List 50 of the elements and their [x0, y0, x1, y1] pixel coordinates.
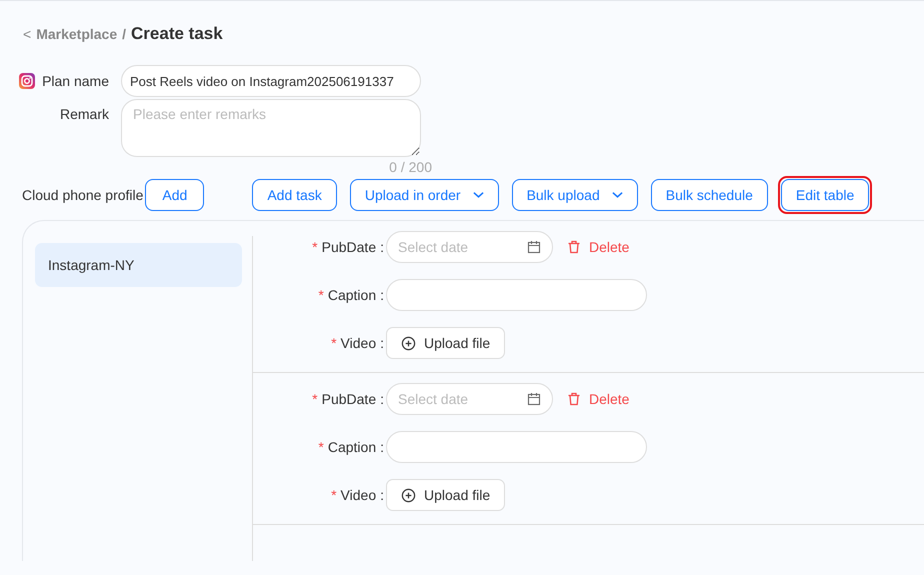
- upload-button[interactable]: Upload file: [386, 327, 506, 359]
- profile-item[interactable]: Instagram-NY: [35, 243, 242, 287]
- page-title: Create task: [131, 24, 223, 44]
- label-colon: :: [380, 487, 384, 503]
- back-link[interactable]: <: [23, 26, 32, 42]
- trash-icon: [567, 392, 581, 406]
- toolbar-button[interactable]: Add task: [252, 179, 337, 211]
- required-mark: *: [331, 335, 337, 351]
- plus-circle-icon: [401, 336, 416, 350]
- breadcrumb-separator: /: [122, 26, 126, 42]
- upload-button[interactable]: Upload file: [386, 479, 506, 511]
- remark-field[interactable]: Please enter remarks: [121, 99, 421, 157]
- required-mark: *: [312, 391, 318, 407]
- camera-logo-icon: [19, 73, 36, 89]
- label-colon: :: [380, 239, 384, 255]
- field-label: Caption: [328, 287, 376, 303]
- toolbar-button[interactable]: Edit table: [780, 179, 870, 211]
- field-label: Cloud phone profile: [22, 187, 144, 203]
- trash-icon: [567, 240, 581, 254]
- label-colon: :: [380, 439, 384, 455]
- required-mark: *: [318, 439, 324, 455]
- breadcrumb-link[interactable]: Marketplace: [36, 26, 118, 42]
- chevron-down-icon: [612, 191, 623, 199]
- field-label: PubDate: [322, 239, 376, 255]
- label-colon: :: [380, 335, 384, 351]
- plan-name-field[interactable]: Post Reels video on Instagram202506191337: [121, 65, 421, 97]
- field-label: Plan name: [42, 73, 109, 89]
- calendar-icon: [527, 392, 541, 406]
- caption-field[interactable]: [386, 279, 647, 311]
- field-label: Remark: [60, 106, 109, 122]
- add-button[interactable]: Add: [145, 179, 204, 211]
- field-label: PubDate: [322, 391, 376, 407]
- required-mark: *: [312, 239, 318, 255]
- field-label: Video: [340, 487, 376, 503]
- delete-button[interactable]: Delete: [567, 239, 630, 255]
- field-label: Caption: [328, 439, 376, 455]
- label-colon: :: [380, 391, 384, 407]
- toolbar-button[interactable]: Bulk schedule: [650, 179, 768, 211]
- toolbar-button[interactable]: Bulk upload: [512, 179, 638, 211]
- character-counter: 0 / 200: [389, 159, 432, 175]
- required-mark: *: [331, 487, 337, 503]
- toolbar-button[interactable]: Upload in order: [350, 179, 499, 211]
- delete-button[interactable]: Delete: [567, 391, 630, 407]
- field-label: Video: [340, 335, 376, 351]
- plus-circle-icon: [401, 488, 416, 502]
- required-mark: *: [318, 287, 324, 303]
- calendar-icon: [527, 240, 541, 254]
- caption-field[interactable]: [386, 431, 647, 463]
- label-colon: :: [380, 287, 384, 303]
- chevron-down-icon: [472, 191, 484, 199]
